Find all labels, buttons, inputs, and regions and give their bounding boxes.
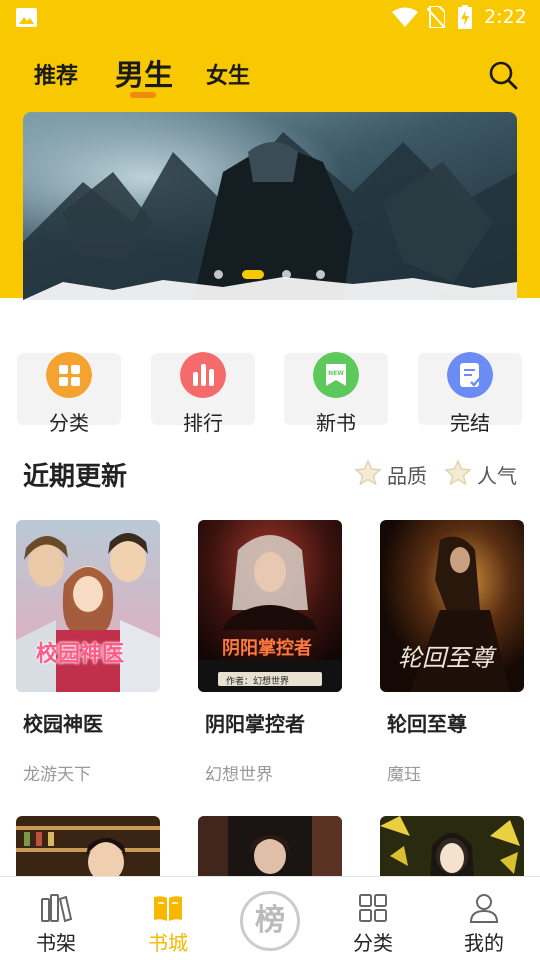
book-author: 魔珏 bbox=[387, 765, 421, 785]
tab-male[interactable]: 男生 bbox=[115, 52, 173, 94]
svg-text:NEW: NEW bbox=[328, 370, 344, 377]
grid-icon bbox=[46, 352, 92, 398]
bottom-nav: 书架 书城 榜 分类 我的 bbox=[0, 876, 540, 960]
pagination-dot[interactable] bbox=[316, 270, 325, 279]
rank-badge-icon[interactable]: 榜 bbox=[240, 891, 300, 951]
entry-ranking[interactable]: 排行 bbox=[151, 352, 255, 435]
nav-bookshelf[interactable]: 书架 bbox=[16, 877, 96, 960]
pagination-dot-active[interactable] bbox=[242, 270, 264, 279]
nav-label: 书城 bbox=[148, 931, 188, 955]
search-icon[interactable] bbox=[488, 60, 518, 90]
book-cover[interactable] bbox=[198, 816, 342, 878]
open-book-icon bbox=[154, 896, 182, 921]
cover-art bbox=[198, 520, 342, 692]
book-author: 幻想世界 bbox=[205, 765, 273, 785]
cover-art bbox=[380, 816, 524, 878]
entry-new-books[interactable]: NEW 新书 bbox=[284, 352, 388, 435]
bookshelf-icon bbox=[41, 894, 72, 923]
new-book-icon: NEW bbox=[313, 352, 359, 398]
battery-charging-icon bbox=[458, 5, 472, 29]
quick-entry-row: 分类 排行 NEW 新书 完结 bbox=[0, 340, 540, 435]
book-cover[interactable]: 校园神医 bbox=[16, 520, 160, 692]
nav-label: 书架 bbox=[36, 931, 76, 955]
entry-label: 新书 bbox=[316, 411, 356, 435]
cover-art bbox=[16, 816, 160, 878]
book-cover[interactable]: 阴阳掌控者 作者：幻想世界 bbox=[198, 520, 342, 692]
nav-category[interactable]: 分类 bbox=[333, 877, 413, 960]
sort-label: 人气 bbox=[477, 464, 517, 488]
no-sim-icon bbox=[427, 6, 445, 28]
entry-finished[interactable]: 完结 bbox=[418, 352, 522, 435]
user-icon bbox=[469, 894, 499, 923]
tab-indicator bbox=[130, 92, 156, 98]
tab-female[interactable]: 女生 bbox=[206, 58, 250, 90]
book-author: 龙游天下 bbox=[23, 765, 91, 785]
nav-label: 我的 bbox=[464, 931, 504, 955]
gallery-icon bbox=[16, 8, 37, 27]
sort-popularity[interactable]: 人气 bbox=[445, 460, 517, 489]
book-card[interactable]: 校园神医 校园神医 龙游天下 bbox=[16, 520, 160, 785]
star-icon bbox=[445, 460, 471, 486]
cover-title-text: 轮回至尊 bbox=[398, 644, 494, 672]
nav-label: 分类 bbox=[353, 931, 393, 955]
book-card[interactable]: 阴阳掌控者 作者：幻想世界 阴阳掌控者 幻想世界 bbox=[198, 520, 342, 785]
nav-bookstore[interactable]: 书城 bbox=[128, 877, 208, 960]
nav-profile[interactable]: 我的 bbox=[444, 877, 524, 960]
sort-label: 品质 bbox=[387, 464, 427, 488]
cover-title-text: 校园神医 bbox=[36, 642, 125, 667]
banner-pagination bbox=[0, 268, 540, 280]
status-bar: 2:22 bbox=[0, 0, 540, 36]
star-icon bbox=[355, 460, 381, 486]
entry-label: 分类 bbox=[49, 411, 89, 435]
bar-rank-icon bbox=[180, 352, 226, 398]
entry-category[interactable]: 分类 bbox=[17, 352, 121, 435]
book-title[interactable]: 轮回至尊 bbox=[387, 708, 467, 737]
book-cover[interactable] bbox=[16, 816, 160, 878]
cover-author-text: 作者：幻想世界 bbox=[226, 677, 290, 687]
cover-art bbox=[198, 816, 342, 878]
book-title[interactable]: 阴阳掌控者 bbox=[205, 708, 305, 737]
finished-doc-icon bbox=[447, 352, 493, 398]
book-cover[interactable] bbox=[380, 816, 524, 878]
clock: 2:22 bbox=[484, 6, 527, 28]
cover-title-text: 阴阳掌控者 bbox=[222, 638, 312, 659]
wifi-icon bbox=[392, 7, 418, 27]
entry-label: 排行 bbox=[183, 411, 223, 435]
book-cover[interactable]: 轮回至尊 bbox=[380, 520, 524, 692]
pagination-dot[interactable] bbox=[214, 270, 223, 279]
category-grid-icon bbox=[359, 894, 387, 922]
entry-label: 完结 bbox=[450, 411, 490, 435]
book-card[interactable]: 轮回至尊 轮回至尊 魔珏 bbox=[380, 520, 524, 785]
channel-tabs: 推荐 男生 女生 bbox=[0, 50, 540, 100]
tab-recommend[interactable]: 推荐 bbox=[34, 58, 78, 90]
pagination-dot[interactable] bbox=[282, 270, 291, 279]
book-title[interactable]: 校园神医 bbox=[23, 708, 103, 737]
sort-quality[interactable]: 品质 bbox=[355, 460, 427, 489]
section-title: 近期更新 bbox=[23, 462, 128, 492]
